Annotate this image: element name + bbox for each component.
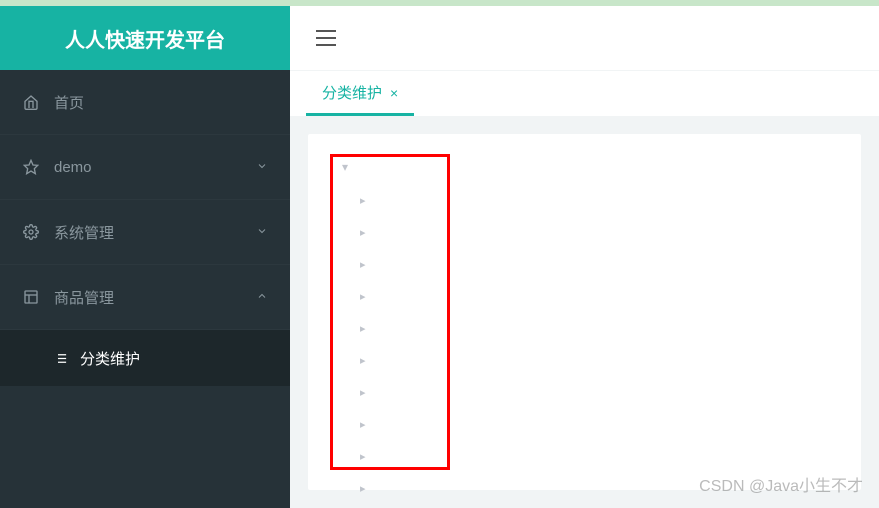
tree-root-node[interactable]: ▾	[328, 158, 841, 176]
close-icon[interactable]: ×	[390, 85, 398, 101]
brand-title: 人人快速开发平台	[65, 24, 225, 53]
caret-right-icon[interactable]: ▸	[360, 354, 366, 367]
gear-icon	[22, 223, 40, 241]
sidebar-item-product[interactable]: 商品管理	[0, 265, 290, 330]
main-area: 分类维护 × ▾ ▸ ▸ ▸ ▸ ▸ ▸ ▸ ▸ ▸ ▸	[290, 6, 879, 508]
chevron-down-icon	[256, 160, 268, 175]
sidebar-item-home[interactable]: 首页	[0, 70, 290, 135]
caret-right-icon[interactable]: ▸	[360, 194, 366, 207]
sidebar-subitem-category[interactable]: 分类维护	[0, 330, 290, 386]
caret-right-icon[interactable]: ▸	[360, 322, 366, 335]
tab-category[interactable]: 分类维护 ×	[306, 82, 414, 116]
tree-node[interactable]: ▸	[360, 440, 841, 472]
sidebar-menu: 首页 demo 系统管理	[0, 70, 290, 508]
app-container: 人人快速开发平台 首页 demo	[0, 6, 879, 508]
tree-node[interactable]: ▸	[360, 344, 841, 376]
tree-node[interactable]: ▸	[360, 312, 841, 344]
sidebar-item-label: 首页	[54, 92, 268, 113]
category-tree: ▾ ▸ ▸ ▸ ▸ ▸ ▸ ▸ ▸ ▸ ▸	[328, 152, 841, 504]
tree-children: ▸ ▸ ▸ ▸ ▸ ▸ ▸ ▸ ▸ ▸	[328, 176, 841, 504]
tree-node[interactable]: ▸	[360, 376, 841, 408]
topbar	[290, 6, 879, 70]
chevron-down-icon	[256, 225, 268, 240]
sidebar-item-system[interactable]: 系统管理	[0, 200, 290, 265]
grid-icon	[22, 288, 40, 306]
tree-node[interactable]: ▸	[360, 472, 841, 504]
content-area: ▾ ▸ ▸ ▸ ▸ ▸ ▸ ▸ ▸ ▸ ▸	[290, 116, 879, 508]
sidebar-item-label: 商品管理	[54, 287, 256, 308]
caret-right-icon[interactable]: ▸	[360, 386, 366, 399]
list-icon	[52, 350, 68, 366]
tree-node[interactable]: ▸	[360, 280, 841, 312]
caret-right-icon[interactable]: ▸	[360, 226, 366, 239]
sidebar-item-label: 系统管理	[54, 222, 256, 243]
caret-right-icon[interactable]: ▸	[360, 418, 366, 431]
content-card: ▾ ▸▸▸▸▸▸▸▸▸▸	[308, 134, 861, 490]
tab-label: 分类维护	[322, 82, 382, 103]
caret-right-icon[interactable]: ▸	[360, 482, 366, 495]
sidebar: 人人快速开发平台 首页 demo	[0, 6, 290, 508]
sidebar-toggle-button[interactable]	[310, 24, 342, 52]
tree-node[interactable]: ▸	[360, 216, 841, 248]
caret-right-icon[interactable]: ▸	[360, 258, 366, 271]
sidebar-item-demo[interactable]: demo	[0, 135, 290, 200]
tree-node[interactable]: ▸	[360, 248, 841, 280]
chevron-up-icon	[256, 290, 268, 305]
caret-right-icon[interactable]: ▸	[360, 450, 366, 463]
sidebar-item-label: demo	[54, 159, 256, 176]
home-icon	[22, 93, 40, 111]
caret-right-icon[interactable]: ▸	[360, 290, 366, 303]
tree-node[interactable]: ▸	[360, 408, 841, 440]
tree-node[interactable]: ▸	[360, 184, 841, 216]
star-icon	[22, 158, 40, 176]
sidebar-subitem-label: 分类维护	[80, 348, 140, 369]
brand-header[interactable]: 人人快速开发平台	[0, 6, 290, 70]
caret-down-icon[interactable]: ▾	[342, 160, 356, 174]
tabbar: 分类维护 ×	[290, 70, 879, 116]
